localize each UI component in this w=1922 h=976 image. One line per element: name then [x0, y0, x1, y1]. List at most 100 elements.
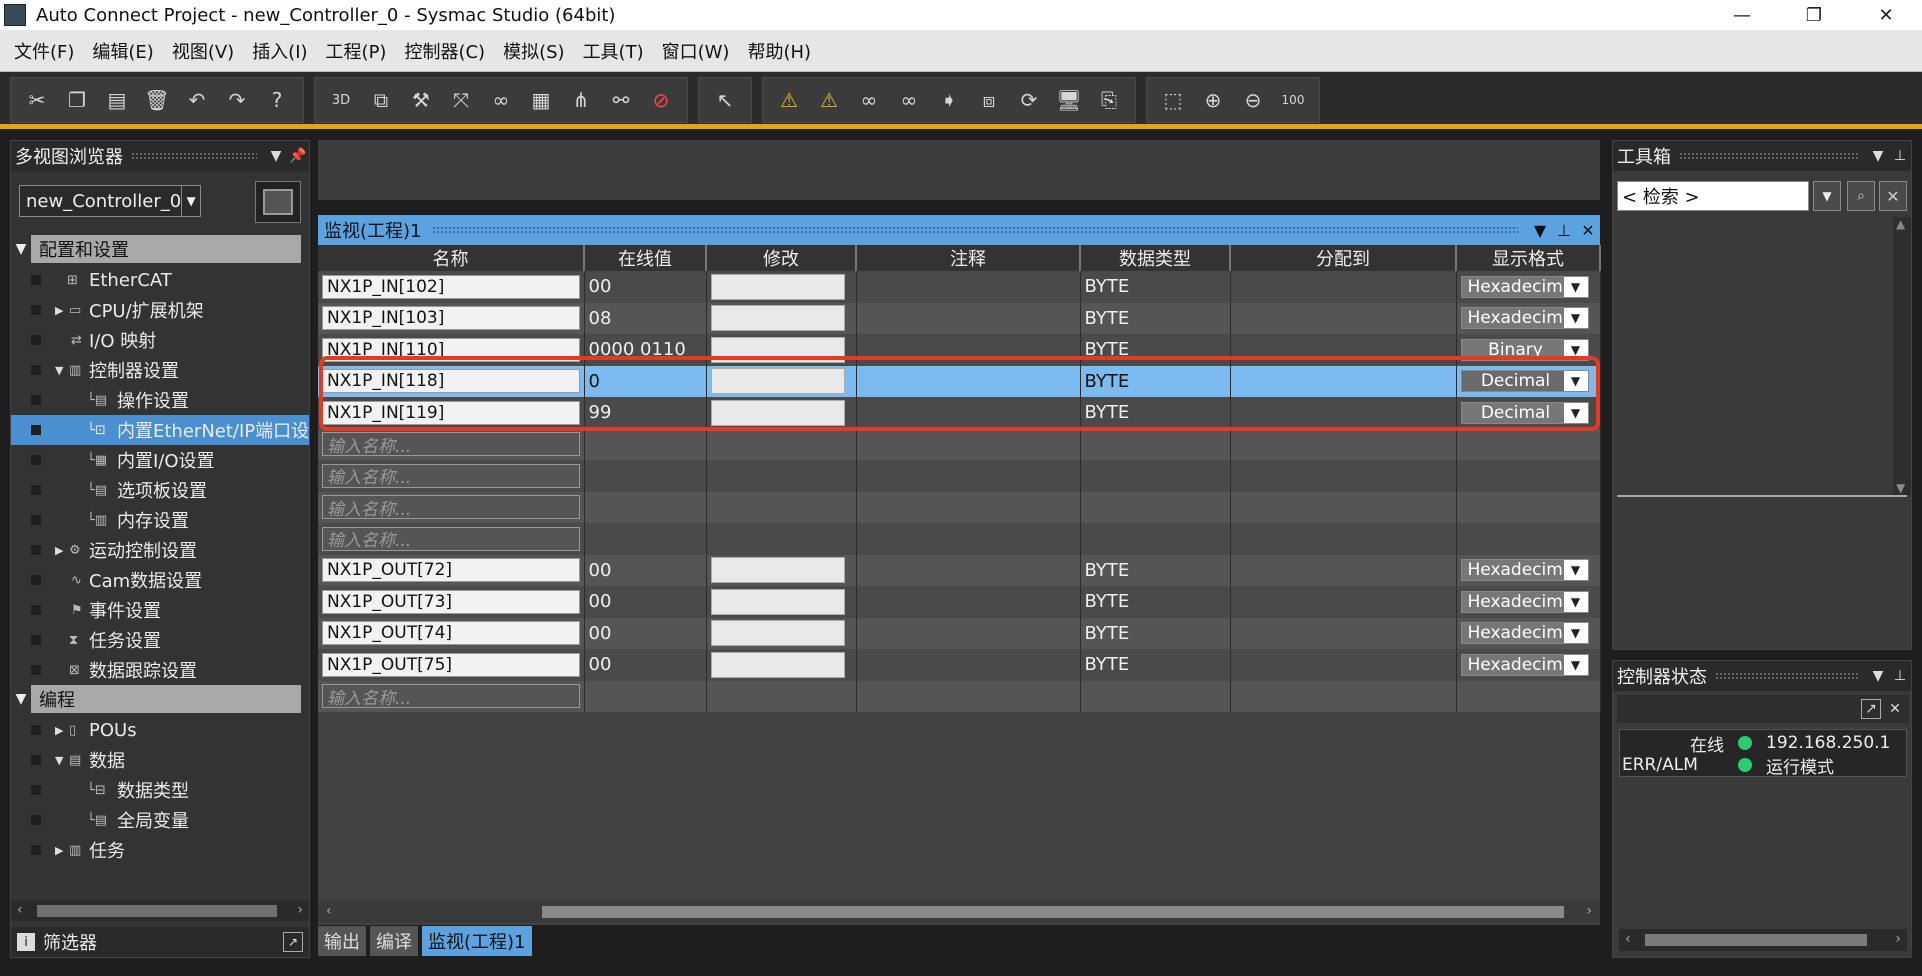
tree-item-data-trace[interactable]: ⊠ 数据跟踪设置	[11, 655, 309, 685]
popout-icon[interactable]: ↗	[1861, 699, 1881, 719]
menu-help[interactable]: 帮助(H)	[747, 38, 811, 64]
column-online-value[interactable]: 在线值	[584, 245, 707, 271]
chevron-down-icon[interactable]: ▼	[1563, 591, 1588, 612]
tree-item-global-vars[interactable]: └▤ 全局变量	[11, 805, 309, 835]
variable-name-placeholder[interactable]: 输入名称...	[322, 684, 580, 709]
table-row-selected[interactable]: NX1P_IN[118] 0 BYTE Decimal ▼	[318, 365, 1601, 397]
menu-insert[interactable]: 插入(I)	[252, 38, 307, 64]
tree-item-io-map[interactable]: ⇄ I/O 映射	[11, 325, 309, 355]
zoom-100-icon[interactable]: 100	[1273, 82, 1313, 118]
tree-item-tasks[interactable]: ▶ ▥ 任务	[11, 835, 309, 865]
binoculars-icon[interactable]: ⚯	[601, 82, 641, 118]
scrollbar-thumb[interactable]	[37, 905, 277, 917]
variable-name-field[interactable]: NX1P_IN[103]	[322, 306, 580, 331]
pin-icon[interactable]: ⊥	[1889, 668, 1911, 684]
variable-name-field[interactable]: NX1P_IN[118]	[322, 369, 580, 394]
collapse-icon[interactable]: ▼	[11, 241, 31, 257]
tree-item-memory[interactable]: └▥ 内存设置	[11, 505, 309, 535]
table-row[interactable]: NX1P_IN[102] 00 BYTE Hexadecimal▼	[318, 271, 1601, 303]
status-horizontal-scrollbar[interactable]: ‹ ›	[1619, 929, 1907, 951]
table-icon[interactable]: ▦	[521, 82, 561, 118]
table-row-empty[interactable]: 输入名称...	[318, 491, 1601, 523]
menu-file[interactable]: 文件(F)	[14, 38, 74, 64]
glasses-icon[interactable]: ∞	[481, 82, 521, 118]
left-horizontal-scrollbar[interactable]: ‹ ›	[11, 901, 309, 921]
table-row-empty[interactable]: 输入名称...	[318, 460, 1601, 492]
controller-select[interactable]: new_Controller_0 ▼	[19, 185, 201, 217]
chevron-down-icon[interactable]: ▼	[1563, 560, 1588, 581]
scroll-right-icon[interactable]: ›	[1895, 931, 1901, 947]
pin-icon[interactable]: ⊥	[1552, 221, 1576, 240]
structure-icon[interactable]: ⋔	[561, 82, 601, 118]
variable-name-field[interactable]: NX1P_OUT[75]	[322, 652, 580, 677]
table-row[interactable]: NX1P_IN[103] 08 BYTE Hexadecimal▼	[318, 302, 1601, 334]
tab-watch[interactable]: 监视(工程)1	[422, 926, 532, 956]
tree-item-task[interactable]: ⧗ 任务设置	[11, 625, 309, 655]
table-row-empty[interactable]: 输入名称...	[318, 680, 1601, 712]
modify-field[interactable]	[710, 620, 845, 647]
display-format-select[interactable]: Hexadecimal▼	[1460, 307, 1589, 330]
variable-name-field[interactable]: NX1P_OUT[72]	[322, 558, 580, 583]
variable-name-field[interactable]: NX1P_IN[102]	[322, 274, 580, 299]
zoom-out-icon[interactable]: ⊖	[1233, 82, 1273, 118]
expand-icon[interactable]: ▶	[55, 544, 63, 557]
dropdown-icon[interactable]: ▼	[265, 148, 287, 164]
filter-pin-icon[interactable]: ↗	[283, 932, 303, 952]
tree-item-event[interactable]: ⚑ 事件设置	[11, 595, 309, 625]
expand-icon[interactable]: ▶	[55, 304, 63, 317]
display-format-select[interactable]: Hexadecimal▼	[1460, 653, 1589, 676]
tab-build[interactable]: 编译	[370, 926, 418, 956]
variable-name-placeholder[interactable]: 输入名称...	[322, 526, 580, 551]
watch-icon[interactable]: ∞	[849, 82, 889, 118]
copy-icon[interactable]: ❐	[57, 82, 97, 118]
close-icon[interactable]: ✕	[1885, 699, 1905, 719]
table-row[interactable]: NX1P_OUT[73] 00 BYTE Hexadecimal▼	[318, 586, 1601, 618]
toolbox-search-input[interactable]: < 检索 >	[1617, 181, 1809, 211]
tree-item-pous[interactable]: ▶ ▯ POUs	[11, 715, 309, 745]
paste-icon[interactable]: ▤	[97, 82, 137, 118]
modify-field[interactable]	[710, 557, 845, 584]
maximize-button[interactable]: ❐	[1778, 0, 1850, 30]
menu-edit[interactable]: 编辑(E)	[92, 38, 153, 64]
display-format-select[interactable]: Hexadecimal▼	[1460, 590, 1589, 613]
section-config[interactable]: ▼ 配置和设置	[11, 235, 311, 263]
fit-icon[interactable]: ⬚	[1153, 82, 1193, 118]
tree-item-ethercat[interactable]: ⊞ EtherCAT	[11, 265, 309, 295]
column-comment[interactable]: 注释	[856, 245, 1081, 271]
dropdown-icon[interactable]: ▼	[1867, 148, 1889, 164]
zoom-in-icon[interactable]: ⊕	[1193, 82, 1233, 118]
pin-icon[interactable]: 📌	[287, 148, 309, 164]
table-row[interactable]: NX1P_OUT[72] 00 BYTE Hexadecimal▼	[318, 554, 1601, 586]
filter-bar[interactable]: i 筛选器 ↗	[11, 927, 309, 957]
menu-window[interactable]: 窗口(W)	[662, 38, 730, 64]
variable-name-field[interactable]: NX1P_IN[110]	[322, 337, 580, 362]
warning-cross-icon[interactable]: ⚠	[809, 82, 849, 118]
modify-field[interactable]	[710, 305, 845, 332]
display-format-select[interactable]: Hexadecimal▼	[1460, 275, 1589, 298]
close-button[interactable]: ✕	[1850, 0, 1922, 30]
close-icon[interactable]: ✕	[1576, 221, 1600, 240]
menu-view[interactable]: 视图(V)	[172, 38, 234, 64]
table-row-empty[interactable]: 输入名称...	[318, 428, 1601, 460]
tab-output[interactable]: 输出	[318, 926, 366, 956]
display-format-select[interactable]: Hexadecimal▼	[1460, 559, 1589, 582]
minimize-button[interactable]: —	[1706, 0, 1778, 30]
scroll-down-icon[interactable]: ▼	[1896, 481, 1905, 495]
build-icon[interactable]: ⚒	[401, 82, 441, 118]
tree-item-option-board[interactable]: └▤ 选项板设置	[11, 475, 309, 505]
panel-divider[interactable]	[1617, 495, 1907, 497]
menu-controller[interactable]: 控制器(C)	[404, 38, 485, 64]
dropdown-icon[interactable]: ▼	[1867, 668, 1889, 684]
column-data-type[interactable]: 数据类型	[1080, 245, 1231, 271]
table-row[interactable]: NX1P_IN[110] 0000 0110 BYTE Binary ▼	[318, 334, 1601, 366]
collapse-icon[interactable]: ▼	[55, 754, 63, 767]
expand-icon[interactable]: ▶	[55, 724, 63, 737]
variable-name-placeholder[interactable]: 输入名称...	[322, 463, 580, 488]
scissors-icon[interactable]: ✂	[17, 82, 57, 118]
display-format-select[interactable]: Decimal ▼	[1460, 401, 1589, 424]
scrollbar-thumb[interactable]	[1645, 934, 1867, 946]
cross-ref-icon[interactable]: ⤧	[441, 82, 481, 118]
error-icon[interactable]: ⊘	[641, 82, 681, 118]
arrow-tool-icon[interactable]: ↖	[705, 82, 745, 118]
chevron-down-icon[interactable]: ▼	[1813, 181, 1841, 211]
